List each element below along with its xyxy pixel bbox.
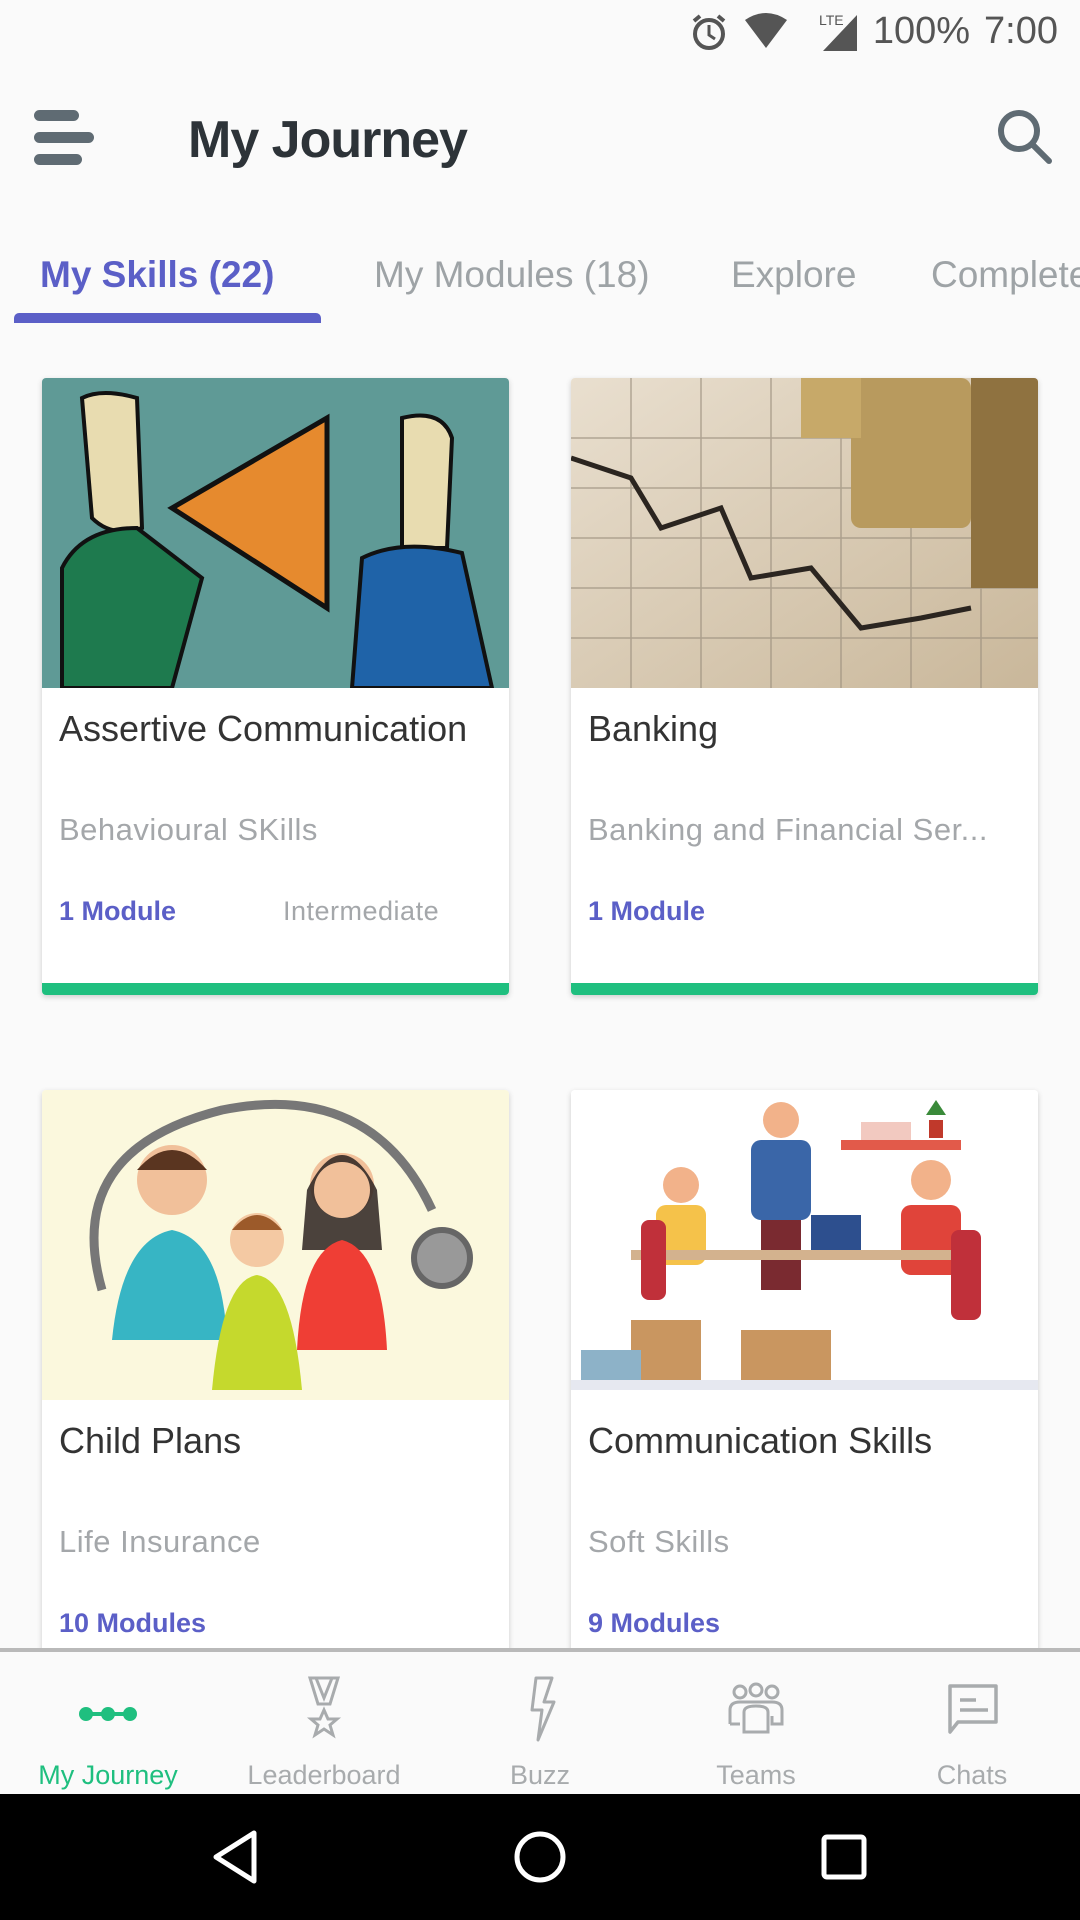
skill-card[interactable]: Child Plans Life Insurance 10 Modules — [42, 1090, 509, 1690]
progress-bar — [42, 983, 509, 995]
skill-card[interactable]: Assertive Communication Behavioural SKil… — [42, 378, 509, 995]
progress-bar — [571, 983, 1038, 995]
status-bar: LTE 100% 7:00 — [0, 0, 1080, 70]
page-title: My Journey — [188, 111, 468, 169]
nav-my-journey[interactable]: My Journey — [0, 1652, 216, 1794]
family-stethoscope-illustration — [42, 1090, 509, 1400]
nav-label: Leaderboard — [247, 1760, 401, 1790]
skill-card[interactable]: Banking Banking and Financial Ser... 1 M… — [571, 378, 1038, 995]
alarm-icon — [692, 13, 726, 50]
card-category: Banking and Financial Ser... — [588, 812, 989, 847]
nav-label: Teams — [716, 1760, 796, 1790]
battery-text: 100% — [872, 10, 971, 52]
card-category: Behavioural SKills — [59, 812, 318, 847]
tab-explore[interactable]: Explore — [731, 254, 856, 296]
medal-icon — [306, 1676, 342, 1739]
app-bar: My Journey — [0, 80, 1080, 200]
card-title: Child Plans — [59, 1420, 242, 1461]
recents-icon[interactable] — [814, 1827, 874, 1887]
chat-icon — [948, 1684, 998, 1734]
card-title: Banking — [588, 708, 719, 749]
card-module-count: 9 Modules — [588, 1608, 721, 1638]
active-tab-indicator — [14, 313, 321, 323]
office-team-illustration — [571, 1090, 1038, 1400]
nav-leaderboard[interactable]: Leaderboard — [216, 1652, 432, 1794]
card-category: Soft Skills — [588, 1524, 730, 1559]
card-module-count: 1 Module — [59, 896, 177, 926]
nav-chats[interactable]: Chats — [864, 1652, 1080, 1794]
tab-bar: My Skills (22) My Modules (18) Explore C… — [0, 240, 1080, 330]
nav-teams[interactable]: Teams — [648, 1652, 864, 1794]
wifi-icon — [744, 12, 787, 48]
card-category: Life Insurance — [59, 1524, 261, 1559]
card-title: Assertive Communication — [59, 708, 468, 749]
clock: 7:00 — [984, 10, 1058, 52]
nav-label: Buzz — [509, 1760, 571, 1790]
nav-label: Chats — [936, 1760, 1008, 1790]
back-icon[interactable] — [206, 1827, 266, 1887]
tab-completed[interactable]: Completed — [931, 254, 1080, 296]
skill-card[interactable]: Communication Skills Soft Skills 9 Modul… — [571, 1090, 1038, 1690]
card-title: Communication Skills — [588, 1420, 933, 1461]
card-module-count: 10 Modules — [59, 1608, 207, 1638]
tab-my-modules[interactable]: My Modules (18) — [374, 254, 650, 296]
card-module-count: 1 Module — [588, 896, 706, 926]
home-icon[interactable] — [510, 1827, 570, 1887]
svg-text:LTE: LTE — [819, 12, 844, 28]
megaphone-illustration — [42, 378, 509, 688]
search-icon[interactable] — [994, 106, 1056, 168]
lightning-icon — [530, 1676, 556, 1742]
hamburger-icon[interactable] — [34, 110, 94, 166]
nav-buzz[interactable]: Buzz — [432, 1652, 648, 1794]
coins-chart-photo — [571, 378, 1038, 688]
card-level: Intermediate — [283, 896, 440, 926]
lte-signal-icon: LTE — [819, 12, 857, 51]
team-icon — [728, 1682, 784, 1734]
bottom-navigation: My Journey Leaderboard Buzz Teams Chats — [0, 1648, 1080, 1794]
system-navigation-bar — [0, 1794, 1080, 1920]
journey-dots-icon — [79, 1707, 137, 1721]
tab-my-skills[interactable]: My Skills (22) — [40, 254, 274, 296]
nav-label: My Journey — [38, 1760, 178, 1790]
